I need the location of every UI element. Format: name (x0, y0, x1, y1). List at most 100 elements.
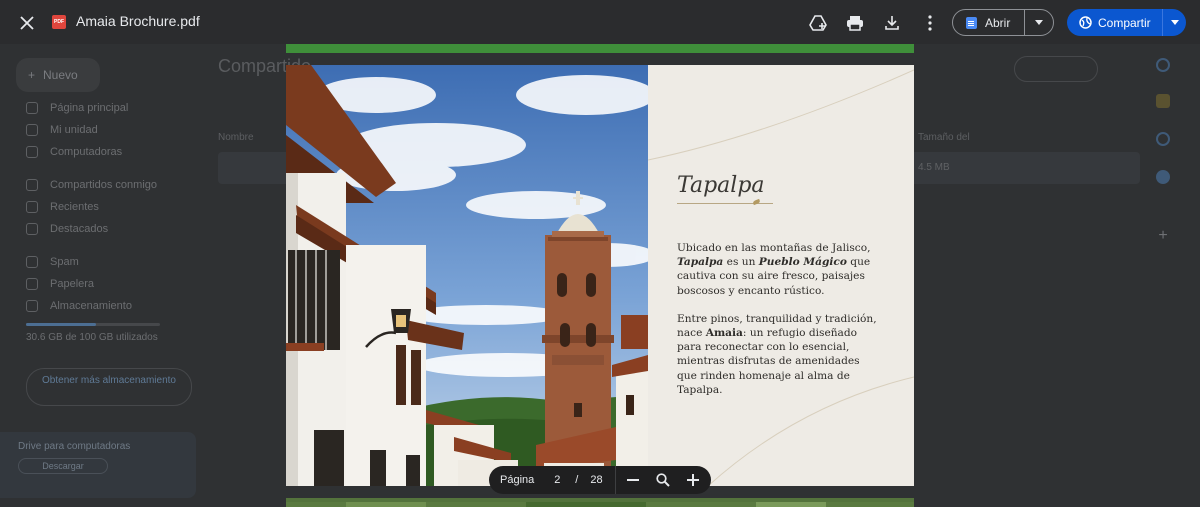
share-button[interactable]: Compartir (1067, 9, 1163, 36)
more-options-button[interactable] (918, 11, 942, 35)
sidebar-item-label: Destacados (50, 223, 109, 235)
paragraph-1-text: Ubicado en las montañas de Jalisco, (677, 242, 871, 254)
plus-icon (686, 474, 699, 486)
sidebar-item-my-drive: Mi unidad (26, 124, 98, 136)
chevron-down-icon (1035, 20, 1043, 25)
page-body: Ubicado en las montañas de Jalisco, Tapa… (677, 241, 882, 411)
share-globe-icon (1079, 16, 1092, 29)
open-with-dropdown[interactable] (1025, 10, 1053, 35)
side-panel-rail: + (1140, 44, 1200, 507)
paragraph-1: Ubicado en las montañas de Jalisco, Tapa… (677, 241, 882, 298)
new-button-label: Nuevo (43, 68, 78, 82)
drive-icon (26, 124, 38, 136)
paragraph-2: Entre pinos, tranquilidad y tradición, n… (677, 312, 882, 397)
share-button-group: Compartir (1067, 9, 1186, 36)
total-pages: 28 (590, 474, 603, 486)
download-button[interactable] (880, 11, 904, 35)
sidebar-item-recent: Recientes (26, 201, 99, 213)
add-to-drive-icon (809, 15, 827, 31)
page-number-input[interactable]: 2 (549, 474, 565, 486)
desktop-promo-toast: Drive para computadoras Descargar (0, 432, 196, 498)
people-icon (26, 179, 38, 191)
sidebar-item-home: Página principal (26, 102, 128, 114)
sidebar-item-trash: Papelera (26, 278, 94, 290)
open-button-label: Abrir (985, 15, 1011, 30)
pdf-page: Tapalpa Ubicado en las montañas de Jalis… (286, 65, 914, 486)
page-separator: / (575, 474, 579, 486)
next-page-foliage (286, 502, 914, 507)
sidebar-item-label: Recientes (50, 201, 99, 213)
get-more-storage-button: Obtener más almacenamiento (26, 368, 192, 406)
star-icon (26, 223, 38, 235)
sidebar-item-label: Almacenamiento (50, 300, 132, 312)
toolbar-divider (614, 466, 616, 494)
zoom-out-button[interactable] (620, 468, 646, 492)
drive-sidebar: + Nuevo Página principal Mi unidad Compu… (0, 44, 210, 507)
google-docs-icon (966, 16, 977, 29)
minus-icon (626, 479, 639, 481)
sidebar-item-computers: Computadoras (26, 146, 122, 158)
add-addon-icon: + (1158, 227, 1168, 244)
page-title: Tapalpa (677, 173, 765, 198)
sidebar-item-label: Mi unidad (50, 124, 98, 136)
open-with-button-group: Abrir (952, 9, 1054, 36)
column-name: Nombre (218, 132, 254, 143)
page-label: Página (500, 474, 535, 486)
previous-page-edge (286, 44, 914, 53)
viewer-topbar: PDF Amaia Brochure.pdf Abrir Compartir (0, 0, 1200, 44)
share-dropdown[interactable] (1163, 9, 1186, 36)
plus-icon: + (28, 68, 36, 82)
keep-icon (1156, 94, 1170, 108)
close-button[interactable] (14, 10, 40, 36)
new-button: + Nuevo (16, 58, 100, 92)
spam-icon (26, 256, 38, 268)
contacts-icon (1156, 170, 1170, 184)
zoom-icon (655, 473, 670, 487)
sidebar-item-shared: Compartidos conmigo (26, 179, 157, 191)
paragraph-1-text: es un (723, 256, 759, 269)
sidebar-item-label: Spam (50, 256, 79, 268)
calendar-icon (1156, 58, 1170, 72)
page-toolbar: Página 2 / 28 (489, 466, 711, 494)
paragraph-1-tapalpa: Tapalpa (677, 256, 724, 269)
print-button[interactable] (843, 11, 867, 35)
town-illustration (286, 65, 648, 486)
add-to-drive-button[interactable] (806, 11, 830, 35)
sidebar-item-spam: Spam (26, 256, 79, 268)
sidebar-item-storage: Almacenamiento (26, 300, 132, 312)
cloud-icon (26, 300, 38, 312)
paragraph-2-amaia: Amaia (705, 327, 743, 340)
computer-icon (26, 146, 38, 158)
next-page-edge (286, 498, 914, 507)
file-row-size: 4.5 MB (918, 162, 950, 173)
sidebar-item-label: Computadoras (50, 146, 123, 158)
viewer-root: + Nuevo Página principal Mi unidad Compu… (0, 0, 1200, 507)
sidebar-item-label: Papelera (50, 278, 95, 290)
zoom-reset-button[interactable] (650, 468, 676, 492)
close-icon (20, 16, 34, 30)
toast-title: Drive para computadoras (18, 441, 131, 452)
tasks-icon (1156, 132, 1170, 146)
trash-icon (26, 278, 38, 290)
column-size: Tamaño del (918, 132, 970, 143)
share-button-label: Compartir (1098, 15, 1151, 30)
storage-bar (26, 323, 160, 326)
text-panel: Tapalpa Ubicado en las montañas de Jalis… (648, 65, 914, 486)
view-toggle (1014, 56, 1098, 82)
sidebar-item-label: Página principal (50, 102, 129, 114)
file-name: Amaia Brochure.pdf (76, 13, 200, 29)
storage-text: 30.6 GB de 100 GB utilizados (26, 332, 158, 343)
download-icon (885, 16, 899, 30)
home-icon (26, 102, 38, 114)
sidebar-item-starred: Destacados (26, 223, 108, 235)
chevron-down-icon (1170, 20, 1179, 25)
sidebar-item-label: Compartidos conmigo (50, 179, 157, 191)
zoom-in-button[interactable] (680, 468, 706, 492)
more-vert-icon (928, 15, 932, 31)
tapalpa-photo (286, 65, 648, 486)
clock-icon (26, 201, 38, 213)
open-button[interactable]: Abrir (953, 10, 1025, 35)
print-icon (847, 16, 863, 31)
paragraph-1-pueblo-magico: Pueblo Mágico (758, 256, 847, 269)
toast-download-button: Descargar (18, 458, 108, 474)
